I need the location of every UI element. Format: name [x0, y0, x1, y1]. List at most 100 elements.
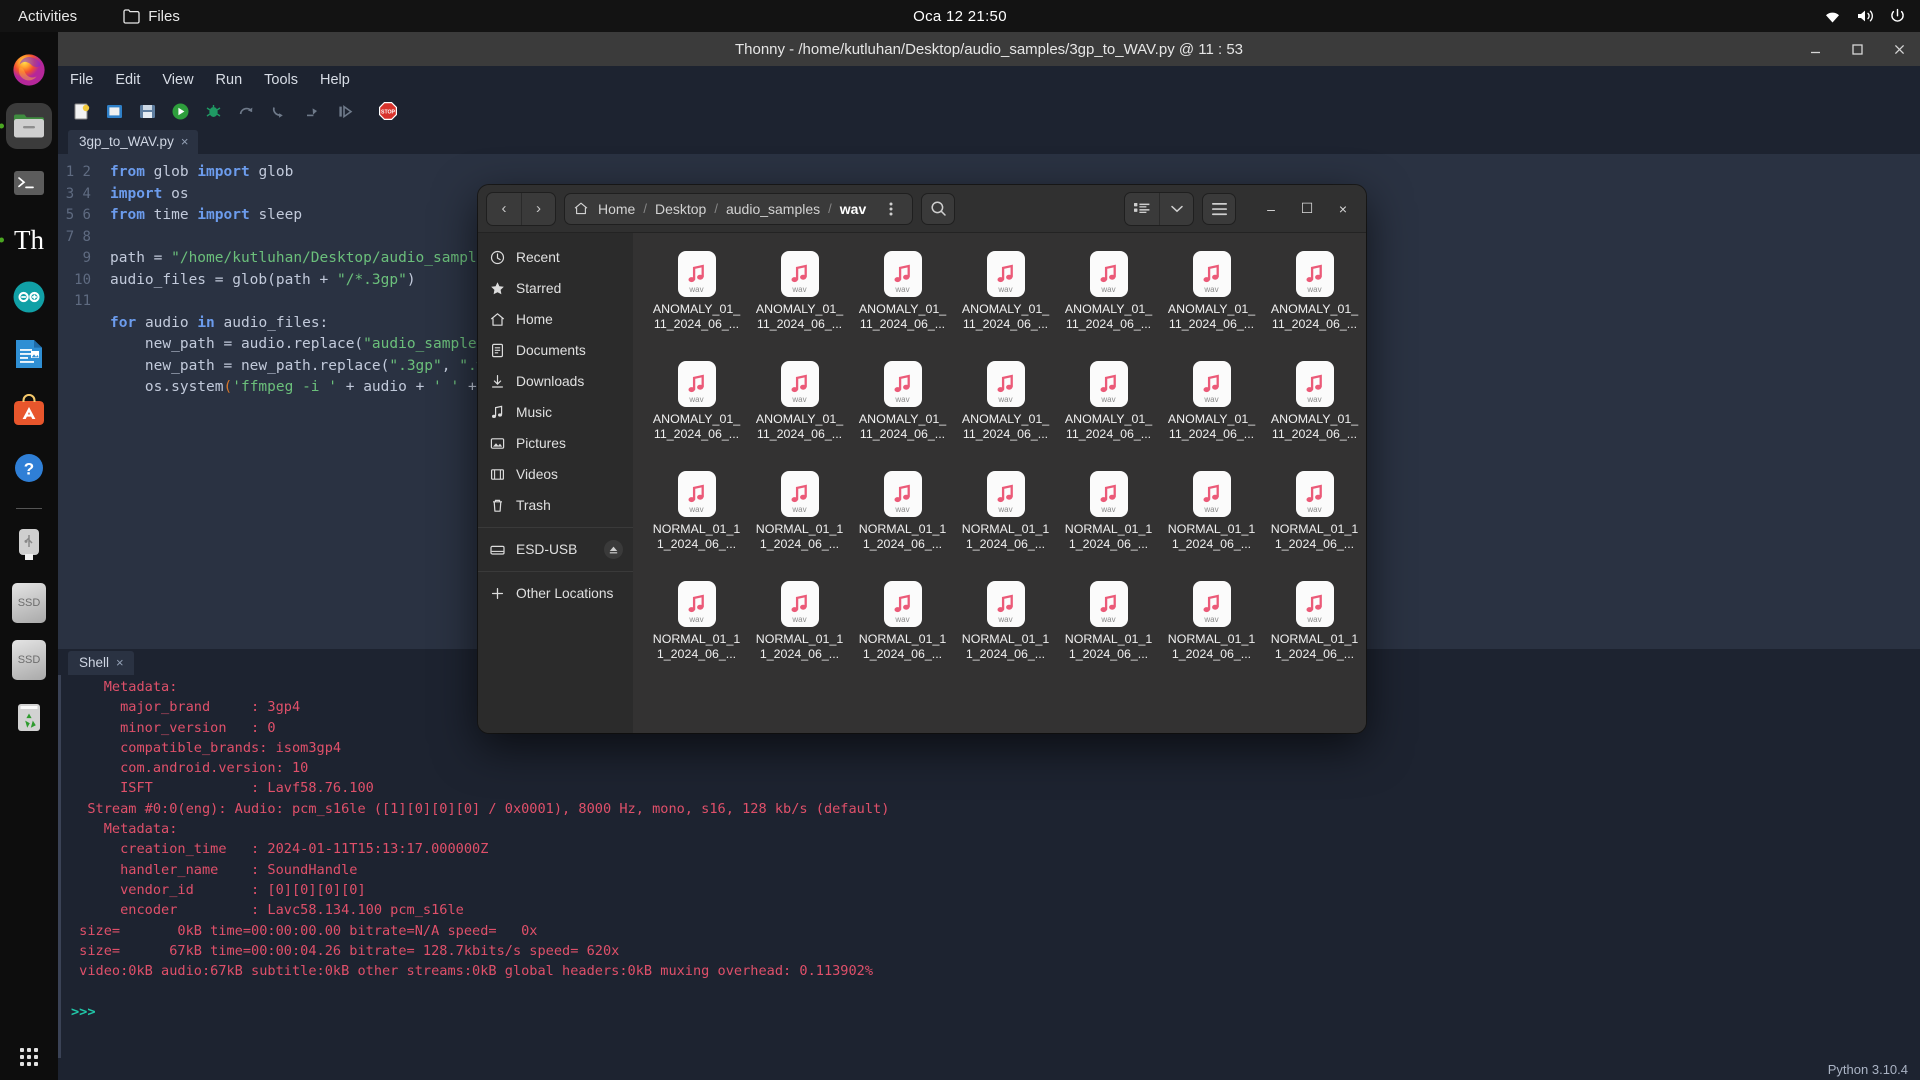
sidebar-item-trash[interactable]: Trash	[478, 490, 633, 521]
view-list-button[interactable]	[1125, 193, 1159, 225]
files-content-area[interactable]: wav ANOMALY_01_11_2024_06_... wav ANOMALY_0…	[633, 233, 1366, 733]
files-minimize-button[interactable]: –	[1256, 194, 1286, 224]
file-item[interactable]: wav NORMAL_01_11_2024_06_...	[748, 575, 851, 685]
breadcrumb-home[interactable]: Home	[594, 201, 639, 217]
menu-run[interactable]: Run	[216, 72, 243, 88]
file-item[interactable]: wav NORMAL_01_11_2024_06_...	[954, 465, 1057, 575]
file-item[interactable]: wav ANOMALY_01_11_2024_06_...	[851, 245, 954, 355]
shell-tab-close-icon[interactable]: ×	[116, 655, 124, 670]
file-item[interactable]: wav ANOMALY_01_11_2024_06_...	[645, 355, 748, 465]
files-maximize-button[interactable]: ☐	[1292, 194, 1322, 224]
save-file-icon[interactable]	[136, 100, 158, 122]
resume-icon[interactable]	[334, 100, 356, 122]
sidebar-item-music[interactable]: Music	[478, 397, 633, 428]
show-applications-button[interactable]	[0, 1048, 58, 1066]
file-item[interactable]: wav ANOMALY_01_11_2024_06_...	[748, 245, 851, 355]
dock-item-trash[interactable]	[6, 694, 52, 740]
sidebar-item-other-locations[interactable]: Other Locations	[478, 578, 633, 609]
file-item[interactable]: wav NORMAL_01_11_2024_06_...	[1057, 465, 1160, 575]
file-item[interactable]: wav ANOMALY_01_11_2024_06_...	[954, 355, 1057, 465]
sidebar-item-home[interactable]: Home	[478, 304, 633, 335]
sidebar-item-esd-usb[interactable]: ESD-USB	[478, 534, 633, 565]
file-item[interactable]: wav NORMAL_01_11_2024_06_...	[1263, 575, 1366, 685]
file-name-label: NORMAL_01_11_2024_06_...	[1064, 522, 1153, 551]
file-item[interactable]: wav NORMAL_01_11_2024_06_...	[645, 575, 748, 685]
forward-button[interactable]: ›	[521, 192, 555, 225]
step-out-icon[interactable]	[301, 100, 323, 122]
dock-item-firefox[interactable]	[6, 46, 52, 92]
new-file-icon[interactable]	[70, 100, 92, 122]
breadcrumb-wav[interactable]: wav	[836, 201, 870, 217]
editor-tab-close-icon[interactable]: ×	[181, 134, 189, 149]
file-item[interactable]: wav ANOMALY_01_11_2024_06_...	[954, 245, 1057, 355]
dock-item-libreoffice[interactable]	[6, 331, 52, 377]
menu-tools[interactable]: Tools	[264, 72, 298, 88]
dock-item-usb-drive[interactable]	[6, 523, 52, 569]
clock[interactable]: Oca 12 21:50	[913, 8, 1007, 25]
file-item[interactable]: wav ANOMALY_01_11_2024_06_...	[1057, 245, 1160, 355]
file-item[interactable]: wav ANOMALY_01_11_2024_06_...	[748, 355, 851, 465]
file-item[interactable]: wav ANOMALY_01_11_2024_06_...	[1263, 355, 1366, 465]
dock-item-arduino[interactable]	[6, 274, 52, 320]
file-item[interactable]: wav NORMAL_01_11_2024_06_...	[851, 575, 954, 685]
file-item[interactable]: wav ANOMALY_01_11_2024_06_...	[645, 245, 748, 355]
debug-icon[interactable]	[202, 100, 224, 122]
breadcrumb-desktop[interactable]: Desktop	[651, 201, 710, 217]
menu-file[interactable]: File	[70, 72, 93, 88]
back-button[interactable]: ‹	[487, 193, 521, 225]
file-item[interactable]: wav NORMAL_01_11_2024_06_...	[748, 465, 851, 575]
maximize-button[interactable]	[1844, 36, 1870, 62]
system-tray[interactable]	[1823, 8, 1906, 25]
dock-item-ubuntu-software[interactable]	[6, 388, 52, 434]
dock-item-files[interactable]	[0, 103, 52, 149]
thonny-titlebar[interactable]: Thonny - /home/kutluhan/Desktop/audio_sa…	[58, 32, 1920, 66]
shell-tab[interactable]: Shell ×	[68, 651, 134, 675]
menu-edit[interactable]: Edit	[115, 72, 140, 88]
thonny-toolbar: STOP	[58, 94, 1920, 128]
stop-icon[interactable]: STOP	[377, 100, 399, 122]
file-type-label: wav	[792, 615, 807, 624]
file-item[interactable]: wav ANOMALY_01_11_2024_06_...	[851, 355, 954, 465]
file-item[interactable]: wav NORMAL_01_11_2024_06_...	[954, 575, 1057, 685]
files-close-button[interactable]: ×	[1328, 194, 1358, 224]
path-menu-button[interactable]	[874, 193, 908, 225]
sidebar-item-starred[interactable]: Starred	[478, 273, 633, 304]
search-button[interactable]	[921, 192, 956, 225]
sidebar-item-documents[interactable]: Documents	[478, 335, 633, 366]
eject-button[interactable]	[604, 540, 623, 559]
menu-view[interactable]: View	[162, 72, 193, 88]
menu-help[interactable]: Help	[320, 72, 350, 88]
dock-item-ssd-drive-1[interactable]: SSD	[6, 580, 52, 626]
main-menu-button[interactable]	[1202, 192, 1236, 225]
music-note-glyph	[1100, 264, 1116, 282]
dock-item-help[interactable]: ?	[6, 445, 52, 491]
step-over-icon[interactable]	[235, 100, 257, 122]
file-item[interactable]: wav NORMAL_01_11_2024_06_...	[1160, 465, 1263, 575]
dock-item-terminal[interactable]	[6, 160, 52, 206]
file-item[interactable]: wav ANOMALY_01_11_2024_06_...	[1160, 355, 1263, 465]
step-into-icon[interactable]	[268, 100, 290, 122]
dock-item-thonny[interactable]: Th	[0, 217, 52, 263]
run-icon[interactable]	[169, 100, 191, 122]
open-file-icon[interactable]	[103, 100, 125, 122]
minimize-button[interactable]	[1802, 36, 1828, 62]
activities-button[interactable]: Activities	[18, 8, 77, 25]
file-item[interactable]: wav NORMAL_01_11_2024_06_...	[645, 465, 748, 575]
file-item[interactable]: wav NORMAL_01_11_2024_06_...	[1160, 575, 1263, 685]
close-button[interactable]	[1886, 36, 1912, 62]
file-item[interactable]: wav ANOMALY_01_11_2024_06_...	[1057, 355, 1160, 465]
sidebar-item-downloads[interactable]: Downloads	[478, 366, 633, 397]
breadcrumb-audio-samples[interactable]: audio_samples	[722, 201, 824, 217]
file-item[interactable]: wav NORMAL_01_11_2024_06_...	[1263, 465, 1366, 575]
dock-item-ssd-drive-2[interactable]: SSD	[6, 637, 52, 683]
app-menu-files[interactable]: Files	[123, 8, 180, 25]
file-item[interactable]: wav NORMAL_01_11_2024_06_...	[1057, 575, 1160, 685]
editor-tab-3gp-to-wav[interactable]: 3gp_to_WAV.py ×	[68, 130, 199, 154]
file-item[interactable]: wav ANOMALY_01_11_2024_06_...	[1160, 245, 1263, 355]
view-options-button[interactable]	[1159, 192, 1193, 225]
file-item[interactable]: wav ANOMALY_01_11_2024_06_...	[1263, 245, 1366, 355]
sidebar-item-recent[interactable]: Recent	[478, 242, 633, 273]
file-item[interactable]: wav NORMAL_01_11_2024_06_...	[851, 465, 954, 575]
sidebar-item-pictures[interactable]: Pictures	[478, 428, 633, 459]
sidebar-item-videos[interactable]: Videos	[478, 459, 633, 490]
